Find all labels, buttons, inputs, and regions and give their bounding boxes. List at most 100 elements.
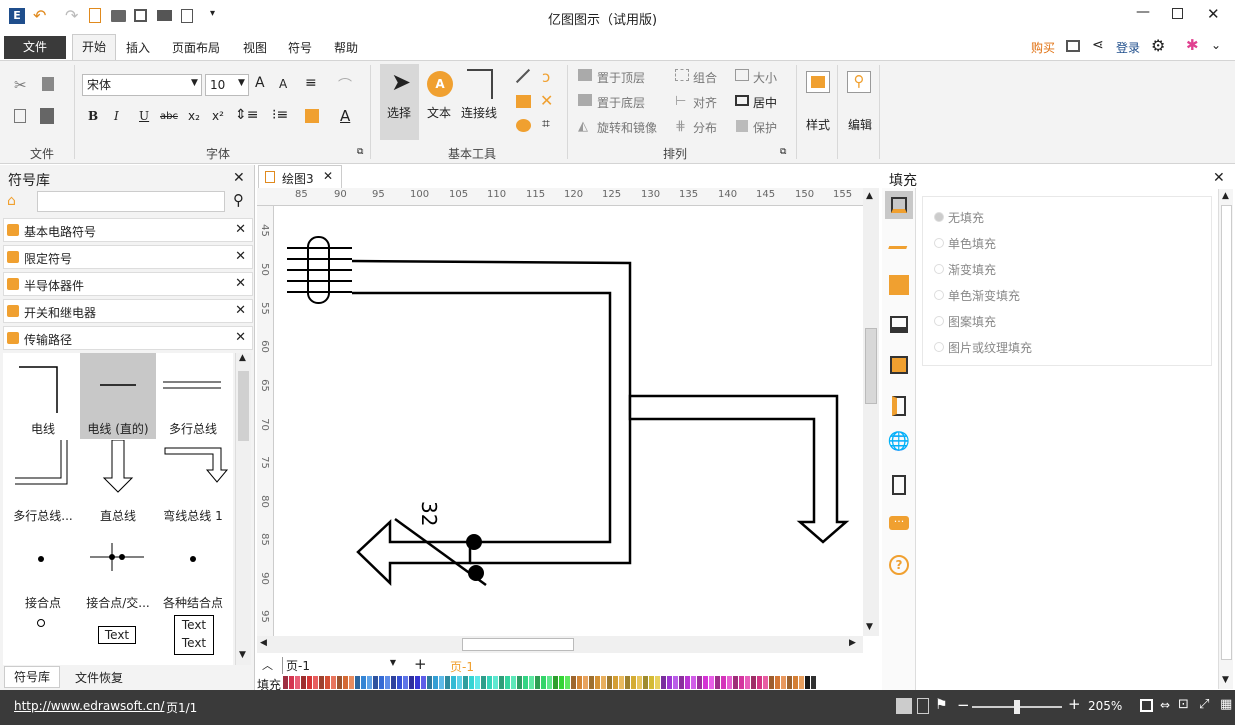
color-swatch[interactable]: [397, 676, 402, 689]
color-swatch[interactable]: [679, 676, 684, 689]
cut-icon[interactable]: ✂: [14, 76, 27, 94]
color-swatch[interactable]: [349, 676, 354, 689]
color-swatch[interactable]: [631, 676, 636, 689]
font-color-icon[interactable]: A: [340, 107, 350, 125]
center-button[interactable]: 居中: [753, 94, 777, 111]
color-swatch[interactable]: [439, 676, 444, 689]
page-select[interactable]: 页-1 ▼: [282, 657, 402, 674]
fill-option-picture[interactable]: 图片或纹理填充: [934, 339, 1032, 356]
fill-option-solid[interactable]: 单色填充: [934, 235, 996, 252]
close-icon[interactable]: ✕: [235, 249, 246, 264]
color-swatch[interactable]: [601, 676, 606, 689]
fill-option-pattern[interactable]: 图案填充: [934, 313, 996, 330]
color-swatch[interactable]: [433, 676, 438, 689]
zoom-in-icon[interactable]: +: [1068, 695, 1081, 713]
canvas-vertical-scrollbar[interactable]: ▲ ▼: [863, 188, 879, 636]
symbol-junction-cross[interactable]: 接合点/交...: [80, 527, 156, 613]
color-swatch[interactable]: [319, 676, 324, 689]
menu-help[interactable]: 帮助: [334, 39, 358, 56]
color-swatch[interactable]: [697, 676, 702, 689]
scroll-thumb[interactable]: [238, 371, 249, 441]
category-semiconductor[interactable]: 半导体器件 ✕: [3, 272, 253, 296]
color-swatch[interactable]: [403, 676, 408, 689]
symbol-bent-bus[interactable]: 弯线总线 1: [155, 440, 231, 526]
color-swatch[interactable]: [301, 676, 306, 689]
fit-page-icon[interactable]: [1140, 699, 1153, 712]
page-view-icon[interactable]: [917, 698, 929, 714]
color-swatch[interactable]: [733, 676, 738, 689]
send-back-button[interactable]: 置于底层: [597, 94, 645, 111]
color-swatch[interactable]: [655, 676, 660, 689]
color-swatch[interactable]: [799, 676, 804, 689]
crop-tool-icon[interactable]: ⌗: [542, 116, 550, 132]
color-swatch[interactable]: [613, 676, 618, 689]
fill-tool-icon[interactable]: [885, 191, 913, 219]
color-swatch[interactable]: [775, 676, 780, 689]
color-swatch[interactable]: [499, 676, 504, 689]
presentation-icon[interactable]: ⚑: [935, 697, 948, 713]
find-icon[interactable]: ⚲: [847, 71, 871, 93]
symbol-text-box[interactable]: Text: [98, 626, 136, 644]
library-tab-symbols[interactable]: 符号库: [4, 666, 60, 688]
bus-arrow-left[interactable]: [356, 519, 472, 586]
pages-collapse-icon[interactable]: ︿: [262, 657, 273, 673]
color-swatch[interactable]: [619, 676, 624, 689]
color-swatch[interactable]: [325, 676, 330, 689]
settings-gear-icon[interactable]: ⚙: [1151, 36, 1165, 55]
color-swatch[interactable]: [661, 676, 666, 689]
color-swatch[interactable]: [739, 676, 744, 689]
color-swatch[interactable]: [685, 676, 690, 689]
scroll-right-icon[interactable]: ▶: [849, 638, 856, 648]
color-swatch[interactable]: [517, 676, 522, 689]
notes-icon[interactable]: [885, 471, 913, 499]
share-box-icon[interactable]: [1066, 40, 1080, 52]
fit-width-icon[interactable]: ⇔: [1160, 698, 1170, 712]
color-swatch[interactable]: [607, 676, 612, 689]
export-icon[interactable]: [181, 9, 193, 23]
library-scrollbar[interactable]: ▲ ▼: [235, 353, 251, 665]
color-swatch[interactable]: [283, 676, 288, 689]
symbol-junction-point[interactable]: 接合点: [5, 527, 81, 613]
copy-icon[interactable]: [14, 109, 26, 123]
color-swatch[interactable]: [793, 676, 798, 689]
color-swatch[interactable]: [541, 676, 546, 689]
scroll-thumb[interactable]: [865, 328, 877, 404]
collapse-ribbon-icon[interactable]: ⌄: [1211, 38, 1221, 52]
new-icon[interactable]: [89, 8, 101, 23]
symbol-various-junctions[interactable]: 各种结合点: [155, 527, 231, 613]
paste-icon[interactable]: [40, 108, 54, 124]
color-swatch[interactable]: [289, 676, 294, 689]
center-icon[interactable]: [735, 95, 749, 106]
color-swatch[interactable]: [577, 676, 582, 689]
select-tool-button[interactable]: ➤ 选择: [380, 64, 419, 140]
text-tool-icon[interactable]: A: [427, 71, 453, 97]
color-swatch[interactable]: [391, 676, 396, 689]
scroll-down-icon[interactable]: ▼: [239, 650, 246, 660]
color-swatch[interactable]: [727, 676, 732, 689]
color-swatch[interactable]: [415, 676, 420, 689]
fill-option-none[interactable]: 无填充: [934, 209, 984, 226]
ellipse-tool-icon[interactable]: [516, 119, 531, 132]
font-dropdown-icon[interactable]: ▼: [191, 78, 198, 88]
color-swatch[interactable]: [421, 676, 426, 689]
color-swatch[interactable]: [721, 676, 726, 689]
fill-option-solid-gradient[interactable]: 单色渐变填充: [934, 287, 1020, 304]
italic-icon[interactable]: I: [114, 109, 119, 123]
scroll-left-icon[interactable]: ◀: [260, 638, 267, 648]
comment-icon[interactable]: ···: [885, 511, 913, 539]
zoom-level[interactable]: 205%: [1088, 699, 1122, 713]
color-swatch[interactable]: [451, 676, 456, 689]
color-swatch[interactable]: [769, 676, 774, 689]
scroll-down-icon[interactable]: ▼: [866, 622, 873, 632]
color-swatch[interactable]: [625, 676, 630, 689]
open-icon[interactable]: [111, 10, 126, 22]
fill-panel-scrollbar[interactable]: ▲ ▼: [1218, 189, 1233, 689]
library-tab-recovery[interactable]: 文件恢复: [75, 669, 123, 686]
wire-count-label[interactable]: 32: [417, 501, 441, 526]
color-swatch[interactable]: [745, 676, 750, 689]
maximize-icon[interactable]: [1172, 8, 1183, 19]
layer-icon[interactable]: [885, 351, 913, 379]
menu-insert[interactable]: 插入: [126, 39, 150, 56]
color-swatch[interactable]: [643, 676, 648, 689]
color-swatch[interactable]: [763, 676, 768, 689]
